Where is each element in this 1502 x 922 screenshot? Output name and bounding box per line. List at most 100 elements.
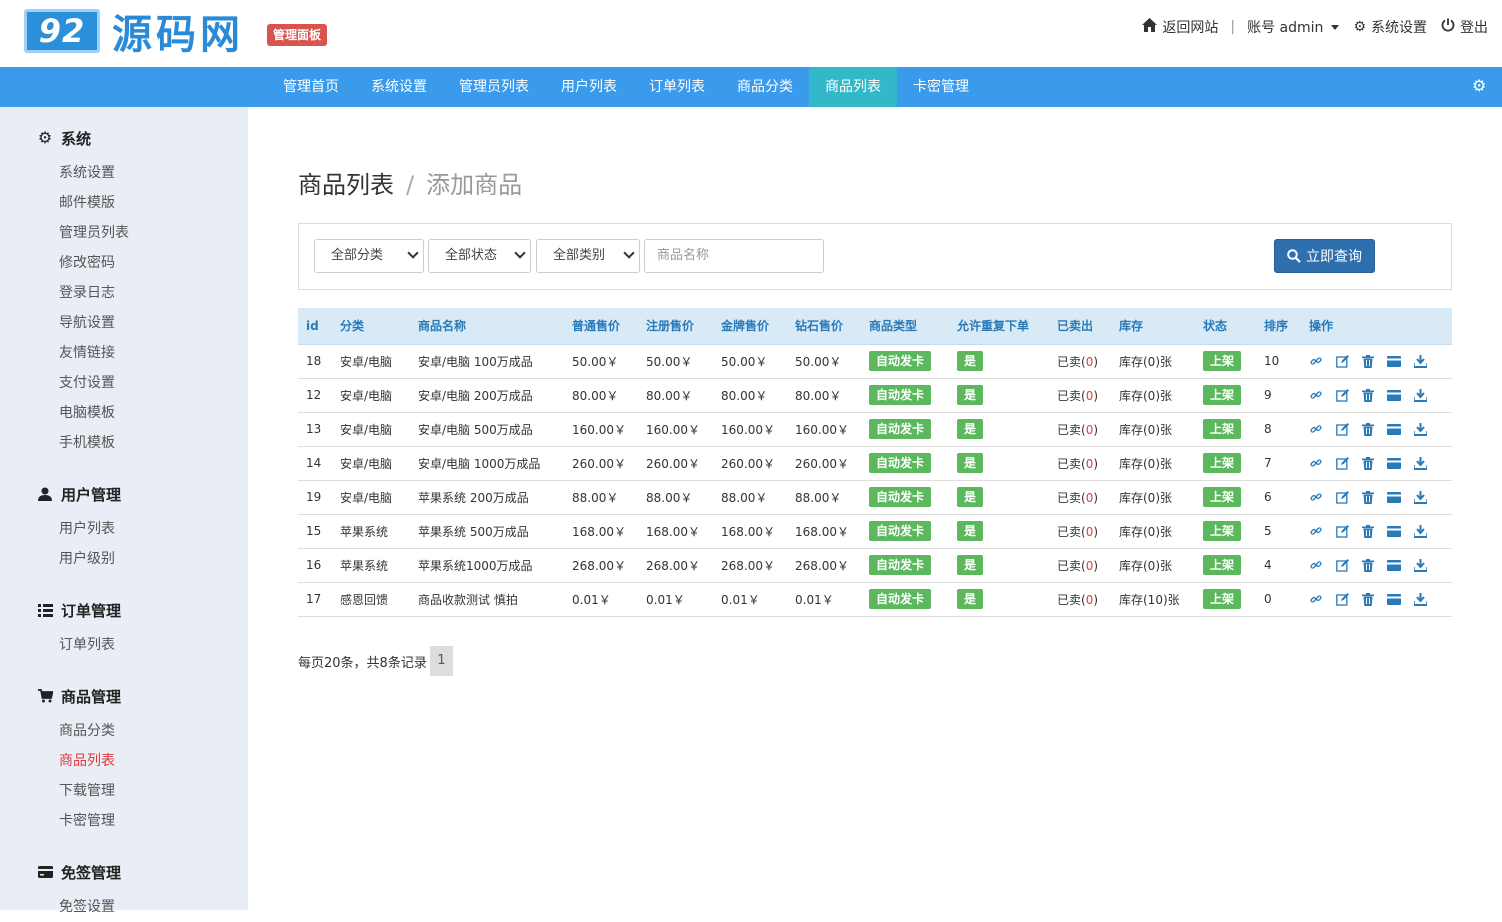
card-icon[interactable] [1387, 456, 1401, 470]
sidebar-group: 商品管理 商品分类 商品列表 下载管理 卡密管理 [0, 682, 248, 836]
nav-item-orders[interactable]: 订单列表 [633, 67, 721, 107]
status-select-value: 全部状态 [445, 248, 498, 263]
card-icon[interactable] [1387, 422, 1401, 436]
edit-icon[interactable] [1335, 388, 1349, 402]
sidebar-item[interactable]: 修改密码 [0, 248, 248, 278]
product-name-input[interactable]: 商品名称 [644, 239, 824, 273]
sidebar-item[interactable]: 下载管理 [0, 776, 248, 806]
category-select[interactable]: 全部分类 [314, 239, 424, 273]
sidebar-item[interactable]: 用户列表 [0, 514, 248, 544]
sidebar-item[interactable]: 管理员列表 [0, 218, 248, 248]
link-icon[interactable] [1309, 558, 1323, 572]
nav-item-settings[interactable]: 系统设置 [355, 67, 443, 107]
sidebar-item[interactable]: 登录日志 [0, 278, 248, 308]
edit-icon[interactable] [1335, 490, 1349, 504]
settings-link[interactable]: ⚙ 系统设置 [1353, 17, 1427, 37]
cell-allow-repeat: 是 [949, 378, 1049, 413]
sidebar-item[interactable]: 邮件模版 [0, 188, 248, 218]
home-link[interactable]: 返回网站 [1142, 17, 1218, 37]
sidebar-item[interactable]: 支付设置 [0, 368, 248, 398]
nav-item-cards[interactable]: 卡密管理 [897, 67, 985, 107]
card-icon[interactable] [1387, 558, 1401, 572]
nav-item-products[interactable]: 商品列表 [809, 67, 897, 107]
link-icon[interactable] [1309, 524, 1323, 538]
export-icon[interactable] [1413, 422, 1427, 436]
export-icon[interactable] [1413, 524, 1427, 538]
sidebar-item[interactable]: 免签设置 [0, 892, 248, 922]
status-badge[interactable]: 上架 [1203, 521, 1242, 541]
link-icon[interactable] [1309, 354, 1323, 368]
link-icon[interactable] [1309, 456, 1323, 470]
nav-item-categories[interactable]: 商品分类 [721, 67, 809, 107]
cell-sold: 已卖(0) [1049, 412, 1111, 447]
type-select[interactable]: 全部类别 [536, 239, 640, 273]
card-icon[interactable] [1387, 592, 1401, 606]
link-icon[interactable] [1309, 592, 1323, 606]
sidebar-item[interactable]: 导航设置 [0, 308, 248, 338]
cell-allow-repeat: 是 [949, 446, 1049, 481]
card-icon[interactable] [1387, 354, 1401, 368]
status-badge[interactable]: 上架 [1203, 419, 1242, 439]
edit-icon[interactable] [1335, 422, 1349, 436]
card-icon[interactable] [1387, 524, 1401, 538]
logout-link[interactable]: 登出 [1441, 17, 1488, 37]
status-badge[interactable]: 上架 [1203, 385, 1242, 405]
category-select-value: 全部分类 [331, 248, 384, 263]
status-badge[interactable]: 上架 [1203, 487, 1242, 507]
sidebar-item[interactable]: 商品分类 [0, 716, 248, 746]
export-icon[interactable] [1413, 490, 1427, 504]
sidebar-item[interactable]: 用户级别 [0, 544, 248, 574]
delete-icon[interactable] [1361, 354, 1375, 368]
cell-price-registered: 80.00￥ [638, 378, 713, 413]
sidebar-item[interactable]: 订单列表 [0, 630, 248, 660]
page-button[interactable]: 1 [429, 646, 453, 676]
sidebar-item[interactable]: 商品列表 [0, 746, 248, 776]
card-icon[interactable] [1387, 490, 1401, 504]
export-icon[interactable] [1413, 592, 1427, 606]
export-icon[interactable] [1413, 354, 1427, 368]
link-icon[interactable] [1309, 490, 1323, 504]
cell-price-normal: 0.01￥ [564, 582, 638, 617]
cell-sort: 10 [1256, 344, 1301, 379]
edit-icon[interactable] [1335, 354, 1349, 368]
delete-icon[interactable] [1361, 388, 1375, 402]
delete-icon[interactable] [1361, 558, 1375, 572]
export-icon[interactable] [1413, 388, 1427, 402]
edit-icon[interactable] [1335, 524, 1349, 538]
export-icon[interactable] [1413, 456, 1427, 470]
delete-icon[interactable] [1361, 456, 1375, 470]
sidebar-item[interactable]: 电脑模板 [0, 398, 248, 428]
status-badge[interactable]: 上架 [1203, 589, 1242, 609]
edit-icon[interactable] [1335, 592, 1349, 606]
column-header: 操作 [1301, 308, 1452, 345]
nav-item-users[interactable]: 用户列表 [545, 67, 633, 107]
status-badge[interactable]: 上架 [1203, 453, 1242, 473]
delete-icon[interactable] [1361, 490, 1375, 504]
site-logo[interactable]: 92 源码网 [24, 8, 244, 58]
status-badge[interactable]: 上架 [1203, 351, 1242, 371]
link-icon[interactable] [1309, 388, 1323, 402]
status-badge[interactable]: 上架 [1203, 555, 1242, 575]
status-select[interactable]: 全部状态 [428, 239, 531, 273]
export-icon[interactable] [1413, 558, 1427, 572]
query-button[interactable]: 立即查询 [1274, 239, 1375, 273]
breadcrumb: 商品列表 / 添加商品 [298, 165, 522, 200]
link-icon[interactable] [1309, 422, 1323, 436]
nav-item-home[interactable]: 管理首页 [267, 67, 355, 107]
delete-icon[interactable] [1361, 592, 1375, 606]
nav-gear-icon[interactable]: ⚙ [1472, 78, 1488, 94]
breadcrumb-add-product[interactable]: 添加商品 [426, 171, 522, 199]
cell-allow-repeat: 是 [949, 344, 1049, 379]
nav-item-admins[interactable]: 管理员列表 [443, 67, 545, 107]
edit-icon[interactable] [1335, 558, 1349, 572]
delete-icon[interactable] [1361, 422, 1375, 436]
card-icon[interactable] [1387, 388, 1401, 402]
sidebar-item[interactable]: 友情链接 [0, 338, 248, 368]
cell-price-diamond: 260.00￥ [787, 446, 861, 481]
sidebar-item[interactable]: 卡密管理 [0, 806, 248, 836]
sidebar-item[interactable]: 系统设置 [0, 158, 248, 188]
sidebar-item[interactable]: 手机模板 [0, 428, 248, 458]
edit-icon[interactable] [1335, 456, 1349, 470]
delete-icon[interactable] [1361, 524, 1375, 538]
account-dropdown[interactable]: 账号 admin [1247, 17, 1340, 37]
